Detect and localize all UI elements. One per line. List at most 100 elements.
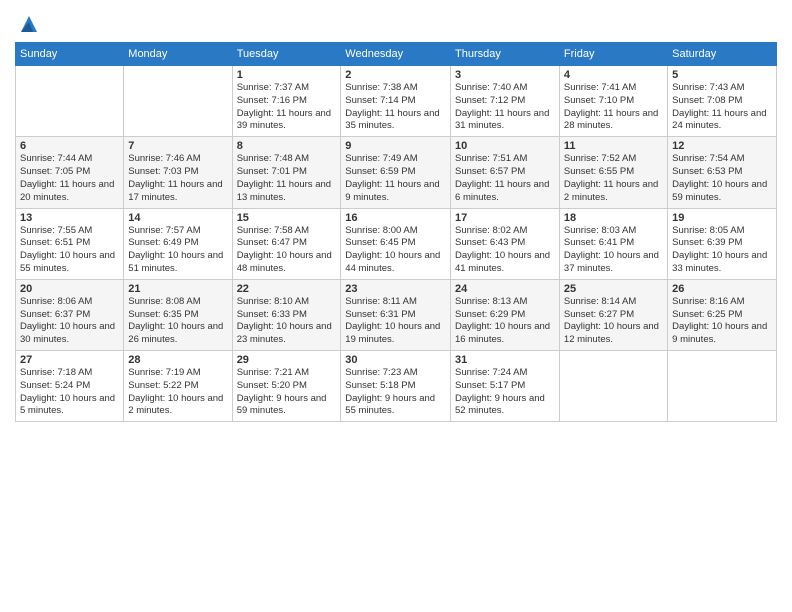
calendar-cell: 17Sunrise: 8:02 AM Sunset: 6:43 PM Dayli… [451, 208, 560, 279]
calendar-cell: 1Sunrise: 7:37 AM Sunset: 7:16 PM Daylig… [232, 66, 341, 137]
calendar-cell: 12Sunrise: 7:54 AM Sunset: 6:53 PM Dayli… [668, 137, 777, 208]
day-info: Sunrise: 8:14 AM Sunset: 6:27 PM Dayligh… [564, 296, 663, 347]
calendar-table: SundayMondayTuesdayWednesdayThursdayFrid… [15, 42, 777, 422]
day-number: 30 [345, 354, 446, 366]
day-info: Sunrise: 7:18 AM Sunset: 5:24 PM Dayligh… [20, 367, 119, 418]
calendar-cell [16, 66, 124, 137]
day-info: Sunrise: 7:40 AM Sunset: 7:12 PM Dayligh… [455, 82, 555, 133]
day-number: 3 [455, 69, 555, 81]
page-header [15, 10, 777, 34]
calendar-cell: 10Sunrise: 7:51 AM Sunset: 6:57 PM Dayli… [451, 137, 560, 208]
logo-icon [19, 14, 39, 34]
day-number: 1 [237, 69, 337, 81]
day-info: Sunrise: 8:08 AM Sunset: 6:35 PM Dayligh… [128, 296, 227, 347]
day-number: 18 [564, 212, 663, 224]
calendar-cell: 26Sunrise: 8:16 AM Sunset: 6:25 PM Dayli… [668, 279, 777, 350]
day-info: Sunrise: 8:02 AM Sunset: 6:43 PM Dayligh… [455, 225, 555, 276]
day-number: 2 [345, 69, 446, 81]
day-number: 21 [128, 283, 227, 295]
calendar-cell: 16Sunrise: 8:00 AM Sunset: 6:45 PM Dayli… [341, 208, 451, 279]
day-info: Sunrise: 8:05 AM Sunset: 6:39 PM Dayligh… [672, 225, 772, 276]
day-info: Sunrise: 8:00 AM Sunset: 6:45 PM Dayligh… [345, 225, 446, 276]
day-info: Sunrise: 8:11 AM Sunset: 6:31 PM Dayligh… [345, 296, 446, 347]
calendar-cell: 7Sunrise: 7:46 AM Sunset: 7:03 PM Daylig… [124, 137, 232, 208]
day-header-sunday: Sunday [16, 43, 124, 66]
day-header-wednesday: Wednesday [341, 43, 451, 66]
calendar-cell: 30Sunrise: 7:23 AM Sunset: 5:18 PM Dayli… [341, 351, 451, 422]
week-row-5: 27Sunrise: 7:18 AM Sunset: 5:24 PM Dayli… [16, 351, 777, 422]
day-info: Sunrise: 7:44 AM Sunset: 7:05 PM Dayligh… [20, 153, 119, 204]
day-header-saturday: Saturday [668, 43, 777, 66]
day-number: 9 [345, 140, 446, 152]
calendar-cell: 2Sunrise: 7:38 AM Sunset: 7:14 PM Daylig… [341, 66, 451, 137]
day-number: 22 [237, 283, 337, 295]
day-info: Sunrise: 7:46 AM Sunset: 7:03 PM Dayligh… [128, 153, 227, 204]
calendar-cell: 8Sunrise: 7:48 AM Sunset: 7:01 PM Daylig… [232, 137, 341, 208]
day-header-monday: Monday [124, 43, 232, 66]
day-number: 28 [128, 354, 227, 366]
calendar-cell [668, 351, 777, 422]
calendar-cell: 18Sunrise: 8:03 AM Sunset: 6:41 PM Dayli… [559, 208, 667, 279]
day-number: 19 [672, 212, 772, 224]
day-number: 31 [455, 354, 555, 366]
day-info: Sunrise: 7:19 AM Sunset: 5:22 PM Dayligh… [128, 367, 227, 418]
calendar-cell: 28Sunrise: 7:19 AM Sunset: 5:22 PM Dayli… [124, 351, 232, 422]
day-info: Sunrise: 8:16 AM Sunset: 6:25 PM Dayligh… [672, 296, 772, 347]
week-row-4: 20Sunrise: 8:06 AM Sunset: 6:37 PM Dayli… [16, 279, 777, 350]
calendar-cell: 5Sunrise: 7:43 AM Sunset: 7:08 PM Daylig… [668, 66, 777, 137]
calendar-cell [124, 66, 232, 137]
calendar-cell: 4Sunrise: 7:41 AM Sunset: 7:10 PM Daylig… [559, 66, 667, 137]
day-info: Sunrise: 7:38 AM Sunset: 7:14 PM Dayligh… [345, 82, 446, 133]
week-row-2: 6Sunrise: 7:44 AM Sunset: 7:05 PM Daylig… [16, 137, 777, 208]
day-info: Sunrise: 7:37 AM Sunset: 7:16 PM Dayligh… [237, 82, 337, 133]
day-info: Sunrise: 8:06 AM Sunset: 6:37 PM Dayligh… [20, 296, 119, 347]
day-number: 14 [128, 212, 227, 224]
day-info: Sunrise: 7:43 AM Sunset: 7:08 PM Dayligh… [672, 82, 772, 133]
day-number: 12 [672, 140, 772, 152]
day-number: 6 [20, 140, 119, 152]
calendar-cell: 11Sunrise: 7:52 AM Sunset: 6:55 PM Dayli… [559, 137, 667, 208]
day-info: Sunrise: 7:57 AM Sunset: 6:49 PM Dayligh… [128, 225, 227, 276]
day-info: Sunrise: 7:48 AM Sunset: 7:01 PM Dayligh… [237, 153, 337, 204]
day-header-friday: Friday [559, 43, 667, 66]
day-number: 26 [672, 283, 772, 295]
calendar-cell: 27Sunrise: 7:18 AM Sunset: 5:24 PM Dayli… [16, 351, 124, 422]
calendar-cell: 20Sunrise: 8:06 AM Sunset: 6:37 PM Dayli… [16, 279, 124, 350]
day-number: 11 [564, 140, 663, 152]
week-row-3: 13Sunrise: 7:55 AM Sunset: 6:51 PM Dayli… [16, 208, 777, 279]
day-info: Sunrise: 7:21 AM Sunset: 5:20 PM Dayligh… [237, 367, 337, 418]
day-info: Sunrise: 7:24 AM Sunset: 5:17 PM Dayligh… [455, 367, 555, 418]
day-number: 17 [455, 212, 555, 224]
day-number: 16 [345, 212, 446, 224]
day-info: Sunrise: 8:03 AM Sunset: 6:41 PM Dayligh… [564, 225, 663, 276]
calendar-cell: 3Sunrise: 7:40 AM Sunset: 7:12 PM Daylig… [451, 66, 560, 137]
week-row-1: 1Sunrise: 7:37 AM Sunset: 7:16 PM Daylig… [16, 66, 777, 137]
day-info: Sunrise: 7:55 AM Sunset: 6:51 PM Dayligh… [20, 225, 119, 276]
calendar-cell: 29Sunrise: 7:21 AM Sunset: 5:20 PM Dayli… [232, 351, 341, 422]
logo [15, 14, 39, 34]
calendar-cell: 15Sunrise: 7:58 AM Sunset: 6:47 PM Dayli… [232, 208, 341, 279]
calendar-cell: 21Sunrise: 8:08 AM Sunset: 6:35 PM Dayli… [124, 279, 232, 350]
day-info: Sunrise: 8:10 AM Sunset: 6:33 PM Dayligh… [237, 296, 337, 347]
day-number: 7 [128, 140, 227, 152]
day-number: 27 [20, 354, 119, 366]
calendar-header-row: SundayMondayTuesdayWednesdayThursdayFrid… [16, 43, 777, 66]
day-info: Sunrise: 7:41 AM Sunset: 7:10 PM Dayligh… [564, 82, 663, 133]
calendar-cell: 19Sunrise: 8:05 AM Sunset: 6:39 PM Dayli… [668, 208, 777, 279]
day-info: Sunrise: 7:54 AM Sunset: 6:53 PM Dayligh… [672, 153, 772, 204]
calendar-cell: 6Sunrise: 7:44 AM Sunset: 7:05 PM Daylig… [16, 137, 124, 208]
day-number: 20 [20, 283, 119, 295]
day-number: 10 [455, 140, 555, 152]
day-info: Sunrise: 7:52 AM Sunset: 6:55 PM Dayligh… [564, 153, 663, 204]
calendar-cell: 24Sunrise: 8:13 AM Sunset: 6:29 PM Dayli… [451, 279, 560, 350]
day-number: 25 [564, 283, 663, 295]
day-info: Sunrise: 7:49 AM Sunset: 6:59 PM Dayligh… [345, 153, 446, 204]
calendar-cell: 14Sunrise: 7:57 AM Sunset: 6:49 PM Dayli… [124, 208, 232, 279]
calendar-cell: 9Sunrise: 7:49 AM Sunset: 6:59 PM Daylig… [341, 137, 451, 208]
day-number: 23 [345, 283, 446, 295]
calendar-cell: 23Sunrise: 8:11 AM Sunset: 6:31 PM Dayli… [341, 279, 451, 350]
day-number: 24 [455, 283, 555, 295]
day-info: Sunrise: 7:58 AM Sunset: 6:47 PM Dayligh… [237, 225, 337, 276]
day-number: 15 [237, 212, 337, 224]
day-number: 5 [672, 69, 772, 81]
